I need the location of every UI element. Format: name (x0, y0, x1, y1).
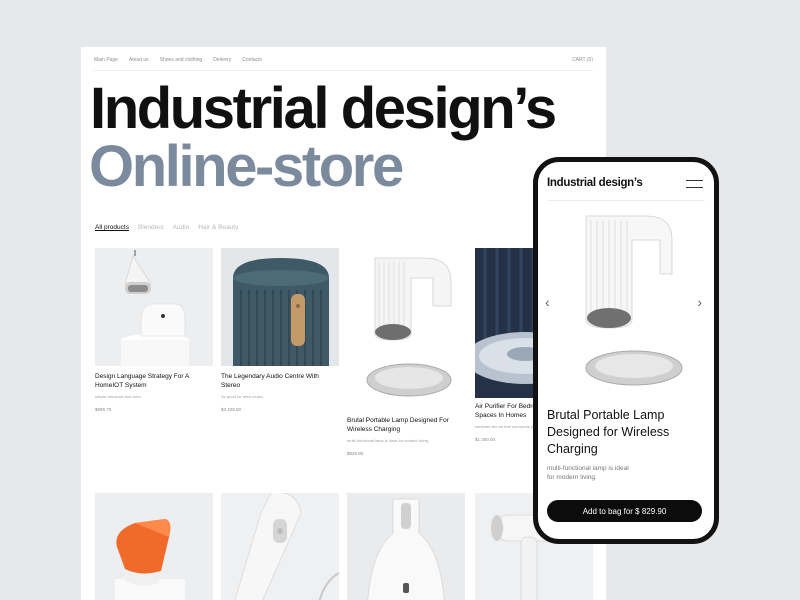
hero-title-line2: Online-store (89, 134, 404, 199)
nav-contacts[interactable]: Contacts (242, 57, 262, 69)
filter-all-products[interactable]: All products (95, 224, 129, 231)
desktop-page: Main Page About us Shoes and clothing De… (81, 47, 606, 600)
product-image-portable-lamp[interactable] (347, 248, 465, 413)
add-to-bag-button[interactable]: Add to bag for $ 829.90 (547, 500, 702, 522)
nav-main-page[interactable]: Main Page (94, 57, 118, 69)
product-image-bell-device[interactable] (347, 493, 465, 600)
filter-blenders[interactable]: Blenders (138, 224, 164, 231)
filter-audio[interactable]: Audio (173, 224, 190, 231)
mobile-product-name: Brutal Portable Lamp Designed for Wirele… (547, 408, 670, 456)
top-navigation: Main Page About us Shoes and clothing De… (94, 57, 593, 69)
nav-divider (94, 70, 593, 71)
product-name[interactable]: The Legendary Audio Centre With Stereo (221, 372, 339, 390)
product-desc: simple structure and color (95, 394, 141, 399)
product-image-orange-device[interactable] (95, 493, 213, 600)
mobile-site-title: Industrial design’s (547, 177, 643, 189)
mobile-product-image[interactable] (576, 212, 686, 392)
mobile-product-desc: multi-functional lamp is ideal for moder… (547, 465, 629, 481)
category-filters: All products Blenders Audio Hair & Beaut… (95, 224, 247, 231)
product-price: $3 429.00 (221, 407, 242, 412)
chevron-right-icon[interactable]: › (697, 294, 702, 310)
product-name[interactable]: Design Language Strategy For A HomeIOT S… (95, 372, 213, 390)
product-desc: multi-functional lamp is ideal for moder… (347, 438, 428, 443)
product-card[interactable] (347, 493, 465, 600)
cart-link[interactable]: CART (0) (572, 57, 593, 69)
hero-title-line1: Industrial design’s (90, 76, 557, 141)
nav-shoes-clothing[interactable]: Shoes and clothing (160, 57, 203, 69)
product-price: $699.70 (95, 407, 112, 412)
product-card[interactable]: Brutal Portable Lamp Designed For Wirele… (347, 248, 465, 456)
chevron-left-icon[interactable]: ‹ (545, 294, 550, 310)
mobile-header-divider (547, 200, 705, 201)
product-card[interactable]: The Legendary Audio Centre With Stereo S… (221, 248, 339, 412)
product-image-iot-device[interactable] (95, 248, 213, 366)
product-card[interactable] (95, 493, 213, 600)
product-image-audio-centre[interactable] (221, 248, 339, 366)
product-price: $829.90 (347, 451, 364, 456)
product-card[interactable]: Design Language Strategy For A HomeIOT S… (95, 248, 213, 412)
nav-about-us[interactable]: About us (129, 57, 149, 69)
mobile-phone-mockup: Industrial design’s ‹ › Brutal Portable … (533, 157, 719, 544)
filter-hair-beauty[interactable]: Hair & Beauty (198, 224, 238, 231)
nav-delivery[interactable]: Delivery (213, 57, 231, 69)
hamburger-menu-icon[interactable] (686, 180, 703, 188)
product-image-hair-styler[interactable] (221, 493, 339, 600)
product-card[interactable] (221, 493, 339, 600)
product-name[interactable]: Brutal Portable Lamp Designed For Wirele… (347, 416, 465, 434)
product-desc: So good for retro music (221, 394, 263, 399)
